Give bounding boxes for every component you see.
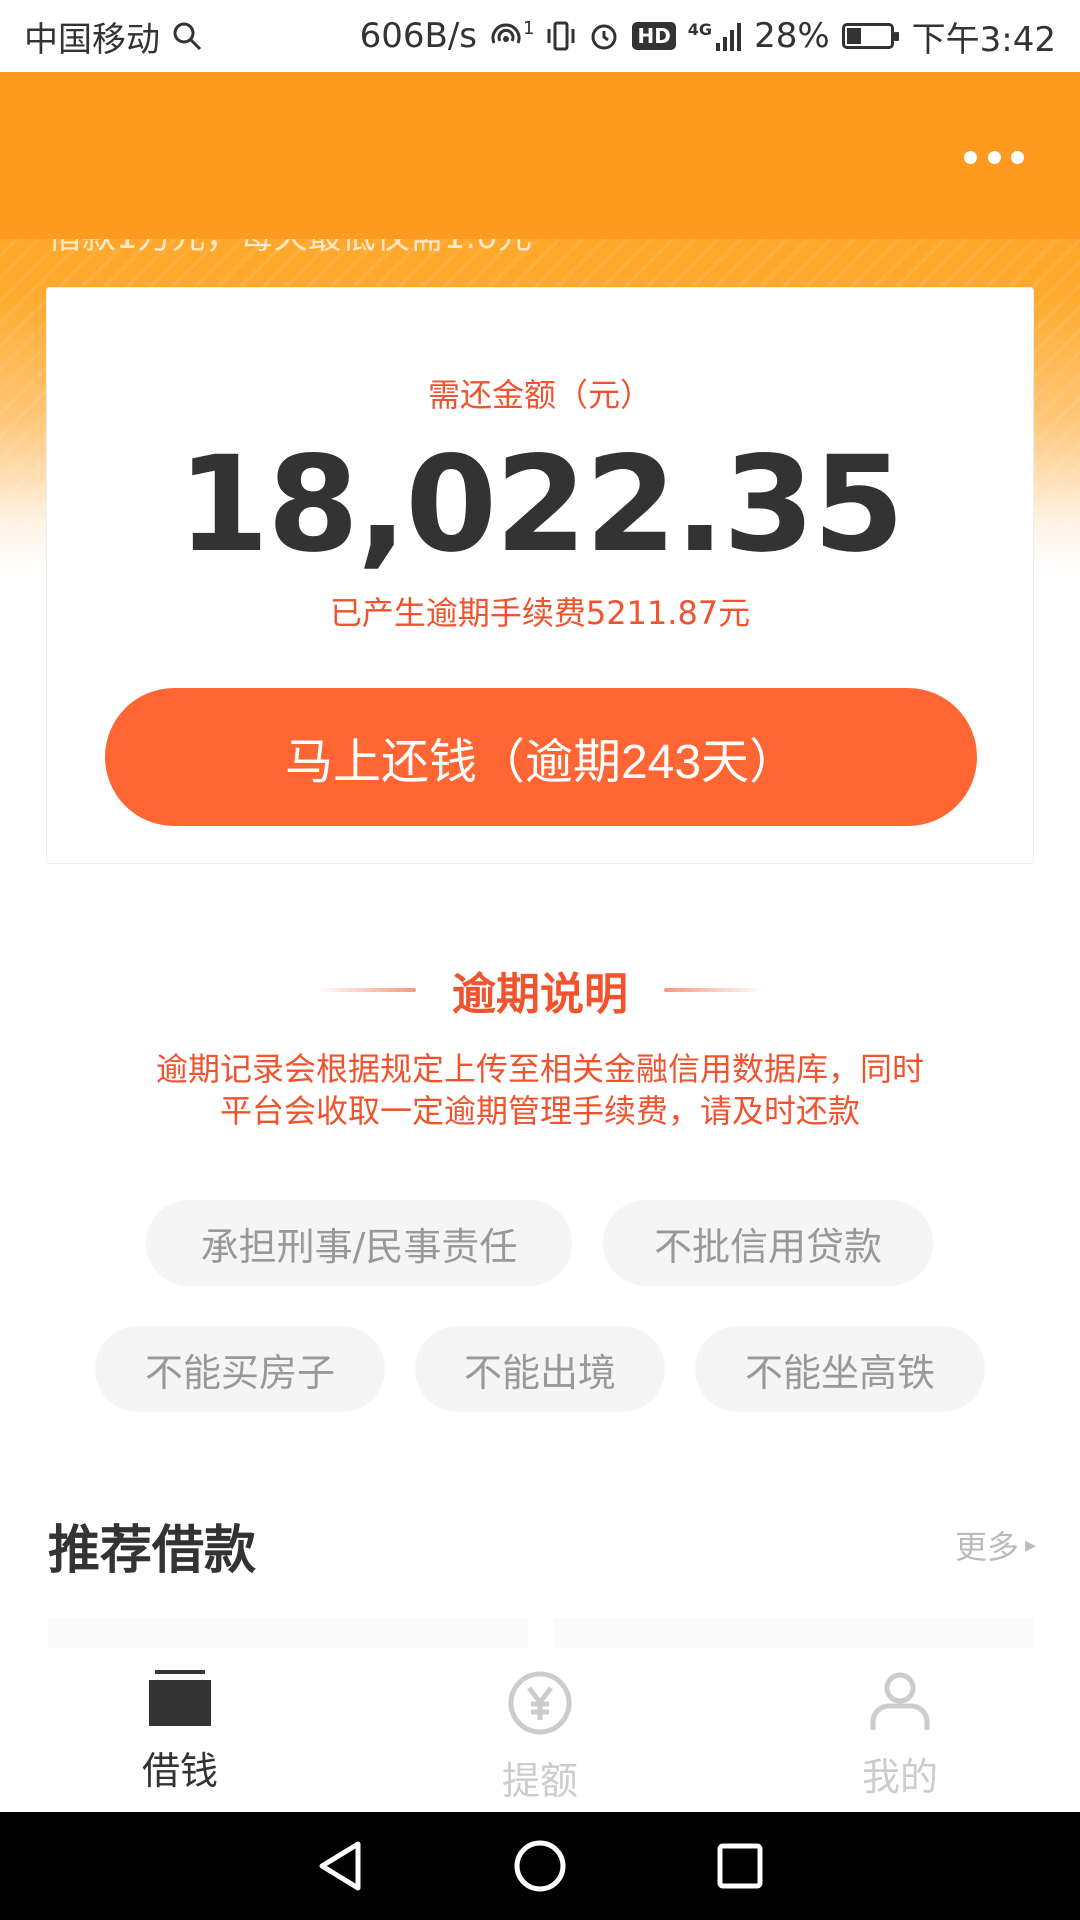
overdue-fee-text: 已产生逾期手续费5211.87元 <box>329 594 751 632</box>
tab-label: 提额 <box>501 1759 578 1803</box>
consequence-tag: 不能出境 <box>415 1326 665 1412</box>
chevron-right-icon: ▸ <box>1024 1532 1036 1558</box>
consequence-tag: 不能坐高铁 <box>695 1326 985 1412</box>
overdue-section-title: 逾期说明 <box>0 958 1080 1022</box>
clock: 下午3:42 <box>911 19 1056 60</box>
title-divider-right <box>664 988 764 992</box>
network-type: 4G <box>687 19 713 39</box>
consequence-tag: 不批信用贷款 <box>603 1200 933 1286</box>
search-icon <box>172 21 202 51</box>
header-bar <box>0 72 1080 239</box>
hotspot-icon <box>489 21 523 51</box>
tab-credit-increase[interactable]: 提额 <box>360 1648 720 1812</box>
tab-borrow[interactable]: 借钱 <box>0 1648 360 1812</box>
wallet-icon <box>149 1670 211 1730</box>
recommend-card[interactable] <box>554 1618 1034 1648</box>
tab-label: 借钱 <box>141 1749 218 1793</box>
vibrate-icon <box>546 20 576 52</box>
status-bar: 中国移动 606B/s 1 HD 4G 28% 下午3:42 <box>0 0 1080 72</box>
user-icon <box>869 1670 931 1736</box>
title-divider-left <box>316 988 416 992</box>
recommend-title: 推荐借款 <box>48 1521 257 1581</box>
repayment-card: 需还金额（元） 18,022.35 已产生逾期手续费5211.87元 马上还钱（… <box>46 287 1034 864</box>
more-label: 更多 <box>954 1528 1019 1566</box>
system-nav-bar <box>0 1812 1080 1920</box>
hotspot-count: 1 <box>523 17 535 39</box>
consequence-tag: 承担刑事/民事责任 <box>146 1200 572 1286</box>
battery-percent: 28% <box>754 16 830 56</box>
yen-icon <box>507 1670 573 1740</box>
more-menu-icon[interactable] <box>964 145 1024 169</box>
alarm-icon <box>588 20 620 52</box>
tab-mine[interactable]: 我的 <box>720 1648 1080 1812</box>
overdue-description: 逾期记录会根据规定上传至相关金融信用数据库，同时 平台会收取一定逾期管理手续费，… <box>90 1048 990 1132</box>
net-speed: 606B/s <box>359 16 477 56</box>
bottom-tab-bar: 借钱 提额 我的 <box>0 1648 1080 1812</box>
repay-now-button[interactable]: 马上还钱（逾期243天） <box>105 688 977 826</box>
overdue-desc-line-1: 逾期记录会根据规定上传至相关金融信用数据库，同时 <box>155 1050 924 1088</box>
overdue-desc-line-2: 平台会收取一定逾期管理手续费，请及时还款 <box>219 1092 860 1130</box>
tab-label: 我的 <box>861 1755 938 1799</box>
hd-badge: HD <box>632 22 676 50</box>
recommend-card[interactable] <box>48 1618 528 1648</box>
home-icon[interactable] <box>510 1836 570 1896</box>
due-amount-value: 18,022.35 <box>177 428 904 582</box>
recents-icon[interactable] <box>710 1836 770 1896</box>
carrier-label: 中国移动 <box>24 19 160 60</box>
recommend-more-link[interactable]: 更多 ▸ <box>955 1522 1036 1568</box>
battery-icon <box>841 23 899 49</box>
overdue-title: 逾期说明 <box>452 969 628 1020</box>
consequence-tag: 不能买房子 <box>95 1326 385 1412</box>
due-amount-label: 需还金额（元） <box>427 376 652 414</box>
back-icon[interactable] <box>310 1836 370 1896</box>
signal-icon <box>716 21 742 51</box>
